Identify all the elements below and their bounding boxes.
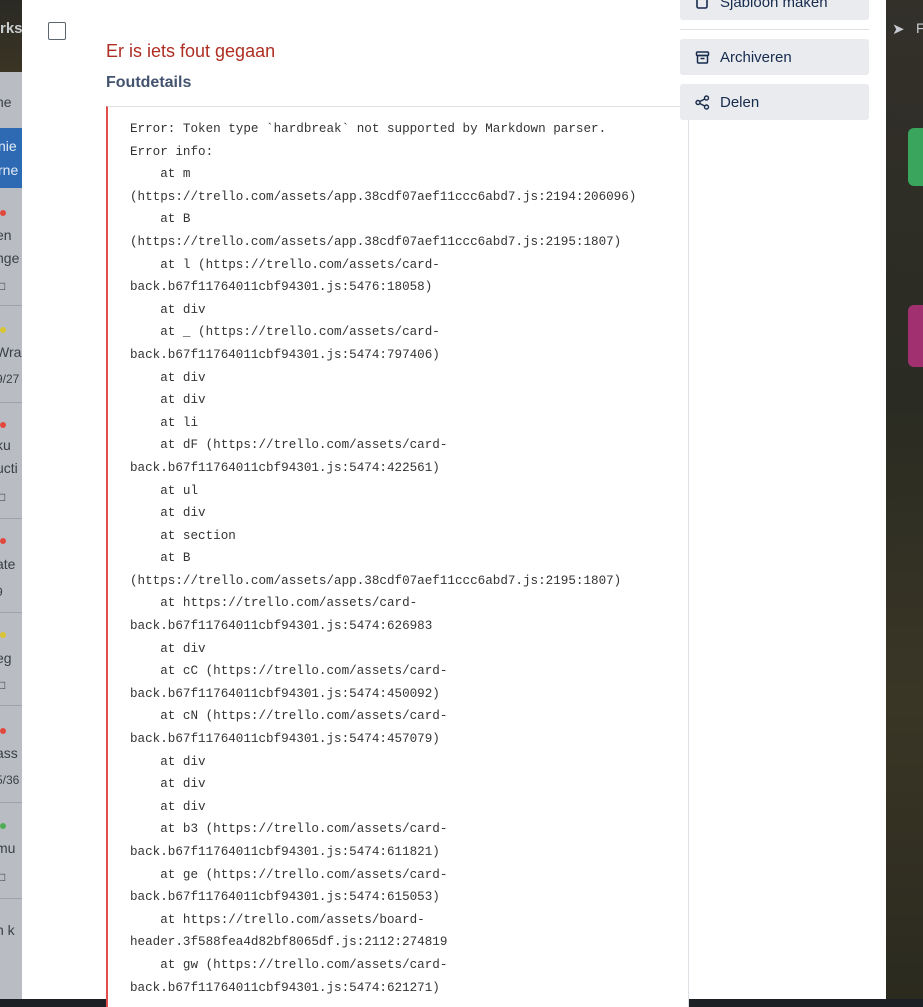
- label-dot: [0, 327, 6, 333]
- error-details-box: Error: Token type `hardbreak` not suppor…: [106, 106, 689, 1007]
- label-dot: [0, 422, 6, 428]
- send-icon[interactable]: ➤: [892, 20, 905, 38]
- list-fragment: 9: [0, 585, 3, 599]
- list-fragment: ku: [0, 437, 11, 453]
- error-stack-trace: Error: Token type `hardbreak` not suppor…: [130, 122, 637, 995]
- label-dot: [0, 632, 6, 638]
- list-fragment: eg: [0, 650, 12, 666]
- make-template-label: Sjabloon maken: [720, 0, 828, 11]
- list-fragment: 9/27: [0, 372, 20, 386]
- error-details-title: Foutdetails: [106, 74, 192, 91]
- background-right-strip: ➤ F: [886, 0, 923, 999]
- label-dot: [0, 538, 6, 544]
- comment-icon: □: [0, 678, 6, 692]
- make-template-button[interactable]: Sjabloon maken: [680, 0, 869, 20]
- list-header-text: rne: [0, 162, 19, 178]
- list-fragment: ne: [0, 94, 12, 110]
- list-header-text: nie: [0, 138, 17, 154]
- share-icon: [694, 94, 710, 110]
- comment-icon: □: [0, 279, 6, 293]
- card-separator: [0, 705, 22, 706]
- list-fragment: ass: [0, 745, 18, 761]
- card-complete-checkbox[interactable]: [48, 22, 66, 40]
- card-modal: Er is iets fout gegaan Foutdetails Error…: [22, 0, 886, 1007]
- archive-icon: [694, 49, 710, 65]
- archive-button[interactable]: Archiveren: [680, 39, 869, 75]
- list-fragment: en: [0, 227, 12, 243]
- card-separator: [0, 612, 22, 613]
- comment-icon: □: [0, 870, 6, 884]
- card-separator: [0, 305, 22, 306]
- list-fragment: ate: [0, 556, 16, 572]
- template-icon: [694, 0, 710, 10]
- label-dot: [0, 728, 6, 734]
- card-separator: [0, 802, 22, 803]
- comment-icon: □: [0, 490, 6, 504]
- right-fragment: F: [916, 20, 923, 36]
- share-button[interactable]: Delen: [680, 84, 869, 120]
- sidebar-divider: [680, 29, 869, 30]
- card-separator: [0, 898, 22, 899]
- background-card-purple[interactable]: [908, 305, 923, 367]
- share-label: Delen: [720, 93, 760, 111]
- archive-label: Archiveren: [720, 48, 792, 66]
- label-dot: [0, 823, 6, 829]
- list-fragment: Wra: [0, 344, 22, 360]
- board-title-fragment: rks: [0, 20, 23, 37]
- list-fragment: nge: [0, 250, 20, 266]
- list-fragment: n k: [0, 922, 15, 938]
- list-fragment: mu: [0, 840, 16, 856]
- card-separator: [0, 518, 22, 519]
- list-header-card[interactable]: nie rne: [0, 128, 22, 188]
- background-list-column[interactable]: ne nie rne en nge □ Wra 9/27 ku ucti □ a…: [0, 72, 22, 999]
- list-fragment: ucti: [0, 460, 18, 476]
- card-separator: [0, 402, 22, 403]
- background-card-green[interactable]: [908, 128, 923, 186]
- error-title: Er is iets fout gegaan: [106, 41, 276, 61]
- list-fragment: 5/36: [0, 773, 20, 787]
- label-dot: [0, 210, 6, 216]
